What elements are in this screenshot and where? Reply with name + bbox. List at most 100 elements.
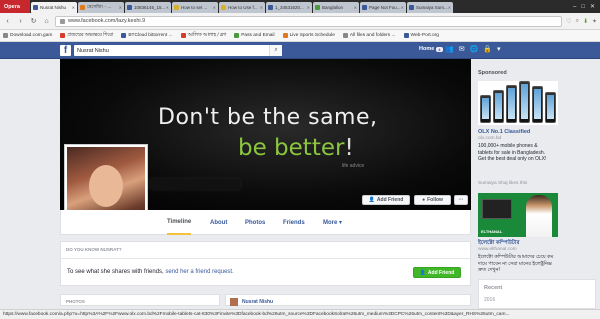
bookmark-favicon-icon — [403, 33, 409, 38]
close-tab-icon[interactable]: ✕ — [260, 5, 263, 10]
tab-label: Nusrat Nishu — [40, 5, 67, 10]
bookmark-item[interactable]: Live Sports Schedule — [282, 33, 335, 38]
tab-friends[interactable]: Friends — [283, 210, 305, 235]
site-info-icon[interactable] — [60, 18, 65, 24]
close-tab-icon[interactable]: ✕ — [72, 5, 75, 10]
maximize-icon[interactable]: □ — [581, 4, 585, 10]
close-tab-icon[interactable]: ✕ — [213, 5, 216, 10]
tab-about[interactable]: About — [210, 210, 227, 235]
close-window-icon[interactable]: ✕ — [590, 3, 595, 10]
add-friend-label: Add Friend — [427, 269, 455, 276]
tab-label: 1_34531620... — [275, 5, 304, 10]
address-bar: ‹ › ↻ ⌂ www.facebook.com/lazy.keshi.9 ♡ … — [0, 13, 600, 30]
messages-icon[interactable]: ✉ — [459, 45, 465, 53]
browser-tab[interactable]: Nusrat Nishu ✕ — [31, 2, 77, 13]
ad-image-label: ELTHANAL — [481, 229, 503, 234]
add-friend-icon: 👤 — [368, 197, 375, 203]
close-tab-icon[interactable]: ✕ — [354, 5, 357, 10]
olx-ad-image[interactable] — [478, 81, 558, 125]
more-options-button[interactable]: ··· — [454, 195, 468, 205]
bookmark-label: প্রজন্মের অভ্যন্তরে শিরো — [67, 32, 114, 38]
friend-request-link[interactable]: send her a friend request. — [165, 269, 233, 275]
bookmark-item[interactable]: BTCloud bittorrent ... — [121, 33, 173, 38]
add-friend-green-button[interactable]: 👤 Add Friend — [413, 267, 461, 278]
tab-more[interactable]: More ▾ — [323, 210, 342, 235]
facebook-logo[interactable]: f — [60, 45, 71, 56]
tab-photos[interactable]: Photos — [245, 210, 265, 235]
browser-tab[interactable]: 1_34531620... ✕ — [266, 2, 312, 13]
avatar[interactable] — [230, 298, 238, 306]
facebook-search-input[interactable]: Nusrat Nishu ⌕ — [74, 45, 282, 56]
bookmark-label: আলিফ আলাহ / ব্লগ — [187, 32, 227, 38]
ad-domain: www.elthanal.com — [478, 247, 517, 252]
cover-quote-end: ! — [344, 135, 354, 161]
close-tab-icon[interactable]: ✕ — [401, 5, 404, 10]
back-icon[interactable]: ‹ — [3, 17, 12, 26]
browser-tab[interactable]: How to set ... ✕ — [172, 2, 218, 13]
facebook-favicon-icon — [409, 5, 414, 10]
search-icon[interactable]: ⌕ — [576, 18, 579, 25]
add-friend-button[interactable]: 👤 Add Friend — [362, 195, 410, 205]
bookmark-item[interactable]: Download.com.gam — [3, 33, 52, 38]
browser-tab[interactable]: 10836145_15... ✕ — [125, 2, 171, 13]
phone-image — [519, 81, 530, 123]
phone-screen — [508, 88, 515, 119]
close-tab-icon[interactable]: ✕ — [307, 5, 310, 10]
forward-icon[interactable]: › — [16, 17, 25, 26]
profile-photo-face — [89, 165, 123, 207]
close-tab-icon[interactable]: ✕ — [119, 5, 122, 10]
bookmark-item[interactable]: আলিফ আলাহ / ব্লগ — [180, 32, 227, 40]
minimize-icon[interactable]: – — [573, 4, 576, 10]
extension-icon[interactable]: ✦ — [592, 18, 597, 25]
browser-tab-bar: Opera Nusrat Nishu ✕ মেসেজিং - ... ✕ 10836… — [0, 0, 600, 13]
bookmark-item[interactable]: Web-Port.org — [403, 33, 439, 38]
tab-label: Page Not Fou... — [369, 5, 401, 10]
lock-icon[interactable]: 🔒 — [483, 45, 492, 53]
close-tab-icon[interactable]: ✕ — [448, 5, 451, 10]
download-icon[interactable]: ⬇ — [583, 18, 588, 25]
ad-title[interactable]: OLX No.1 Classified — [478, 129, 530, 135]
prompt-header: DO YOU KNOW NUSRAT? — [66, 247, 122, 252]
bookmark-favicon-icon — [60, 33, 66, 38]
bookmark-heart-icon[interactable]: ♡ — [566, 18, 571, 25]
person-image — [526, 195, 552, 237]
search-value: Nusrat Nishu — [77, 47, 109, 54]
elthanal-ad-image[interactable]: ELTHANAL — [478, 193, 558, 237]
facebook-favicon-icon — [127, 5, 132, 10]
tab-favicon-icon — [174, 5, 179, 10]
browser-tab[interactable]: How to Use f... ✕ — [219, 2, 265, 13]
home-link[interactable]: Home 4 — [419, 46, 443, 52]
add-friend-icon: 👤 — [419, 269, 426, 276]
ad-text: ইলেক্টো কম্পিউটার আমাদের চেয়ে কম দামে প… — [478, 254, 554, 273]
search-icon[interactable]: ⌕ — [269, 45, 282, 56]
profile-nav: Timeline About Photos Friends More ▾ — [60, 210, 471, 235]
close-tab-icon[interactable]: ✕ — [166, 5, 169, 10]
tab-favicon-icon — [80, 5, 85, 10]
follow-button[interactable]: ● Follow — [414, 195, 451, 205]
bookmark-item[interactable]: All files and folders ... — [342, 33, 396, 38]
post-author-link[interactable]: Nusrat Nishu — [242, 299, 273, 305]
bookmarks-bar: Download.com.gam প্রজন্মের অভ্যন্তরে শির… — [0, 30, 600, 42]
bookmark-item[interactable]: প্রজন্মের অভ্যন্তরে শিরো — [60, 32, 113, 40]
tab-timeline[interactable]: Timeline — [167, 210, 192, 235]
browser-tab[interactable]: Page Not Fou... ✕ — [360, 2, 406, 13]
url-input[interactable]: www.facebook.com/lazy.keshi.9 — [55, 15, 563, 27]
browser-tab[interactable]: Banglalion ✕ — [313, 2, 359, 13]
ad-domain: olx.com.bd — [478, 136, 502, 141]
browser-tab[interactable]: মেসেজিং - ... ✕ — [78, 2, 124, 13]
reload-icon[interactable]: ↻ — [29, 17, 38, 26]
recent-year-link[interactable]: 2016 — [484, 297, 495, 303]
monitor-image — [482, 199, 512, 219]
bookmark-label: All files and folders ... — [349, 33, 396, 38]
bookmark-favicon-icon — [282, 33, 288, 38]
browser-tab[interactable]: Sumaiya Sum... ✕ — [407, 2, 453, 13]
home-icon[interactable]: ⌂ — [42, 17, 51, 26]
tab-label: Banglalion — [322, 5, 344, 10]
cover-quote-green: be better — [238, 135, 345, 161]
friend-requests-icon[interactable]: 👥 — [445, 45, 454, 53]
notifications-icon[interactable]: 🌐 — [470, 45, 479, 53]
bookmark-item[interactable]: Pass and Email — [234, 33, 275, 38]
opera-menu-button[interactable]: Opera — [0, 0, 30, 13]
settings-chevron-icon[interactable]: ▾ — [497, 45, 501, 53]
home-label: Home — [419, 46, 435, 52]
